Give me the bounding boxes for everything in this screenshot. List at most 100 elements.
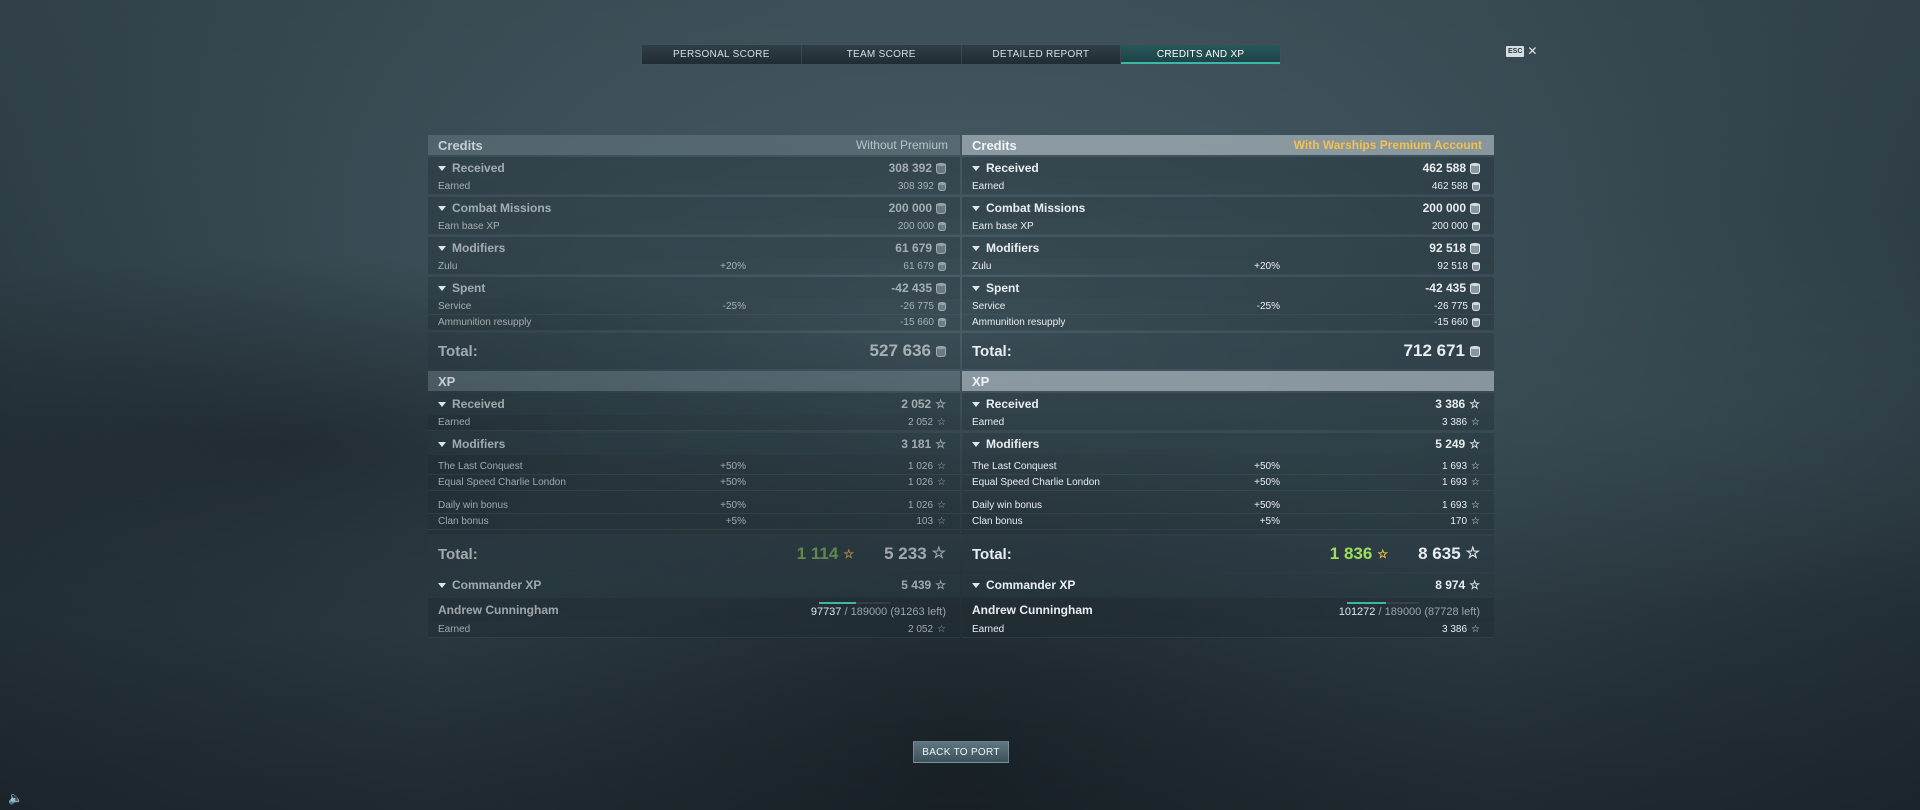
total-label: Total: xyxy=(972,342,1012,360)
credits-total: Total: 527 636 xyxy=(428,333,960,369)
category-label: Commander XP xyxy=(986,578,1076,592)
modifiers-toggle[interactable]: Modifiers 61 679 xyxy=(428,237,960,259)
chevron-down-icon xyxy=(972,401,980,407)
back-to-port-button[interactable]: BACK TO PORT xyxy=(913,741,1009,763)
esc-key-badge: ESC xyxy=(1506,45,1525,57)
credit-icon xyxy=(1470,282,1480,294)
list-item: Ammunition resupply -15 660 xyxy=(962,315,1494,331)
category-value: 200 000 xyxy=(889,201,946,215)
category-value: 3 181 ☆ xyxy=(901,437,946,451)
row-label: Clan bonus xyxy=(438,516,489,527)
row-percent: +50% xyxy=(1254,461,1280,472)
tab-detailed-report[interactable]: DETAILED REPORT xyxy=(961,45,1122,64)
progress-text: 97737 / 189000 (91263 left) xyxy=(810,606,946,618)
row-label: Service xyxy=(972,301,1006,312)
credit-icon xyxy=(938,222,946,231)
commander-row: Andrew Cunningham 101272 / 189000 (87728… xyxy=(962,598,1494,622)
row-label: Earned xyxy=(972,624,1005,635)
xp-total: Total: 1 114 ☆ 5 233 ☆ xyxy=(428,536,960,572)
xp-total: Total: 1 836 ☆ 8 635 ☆ xyxy=(962,536,1494,572)
credit-icon xyxy=(938,262,946,271)
row-label: Equal Speed Charlie London xyxy=(972,477,1100,488)
category-label: Combat Missions xyxy=(452,201,552,215)
category-value: 200 000 xyxy=(1423,201,1480,215)
spent-toggle[interactable]: Spent -42 435 xyxy=(428,277,960,299)
row-value: 3 386 ☆ xyxy=(1442,623,1480,635)
received-toggle[interactable]: Received 462 588 xyxy=(962,157,1494,179)
category-value: 308 392 xyxy=(889,161,946,175)
star-icon: ☆ xyxy=(937,460,946,472)
tab-credits-and-xp[interactable]: CREDITS AND XP xyxy=(1121,45,1280,64)
commander-progress: 97737 / 189000 (91263 left) xyxy=(811,602,946,618)
list-item: Service -25% -26 775 xyxy=(962,299,1494,315)
tab-personal-score[interactable]: PERSONAL SCORE xyxy=(642,45,802,64)
star-icon: ☆ xyxy=(1471,460,1480,472)
credit-icon xyxy=(936,242,946,254)
xp-modifier-list: The Last Conquest +50% 1 693 ☆ Equal Spee… xyxy=(962,455,1494,534)
row-label: Equal Speed Charlie London xyxy=(438,477,566,488)
total-label: Total: xyxy=(438,342,478,360)
list-item: Earned 3 386 ☆ xyxy=(962,622,1494,638)
star-icon: ☆ xyxy=(1471,476,1480,488)
free-xp-value: 1 114 ☆ xyxy=(796,544,855,563)
category-value: 5 439 ☆ xyxy=(901,578,946,592)
category-value: 61 679 xyxy=(895,241,946,255)
row-label: Earned xyxy=(438,181,471,192)
free-xp-value: 1 836 ☆ xyxy=(1329,544,1389,563)
tab-team-score[interactable]: TEAM SCORE xyxy=(801,45,962,64)
credit-icon xyxy=(1470,242,1480,254)
chevron-down-icon xyxy=(438,205,446,211)
list-item: Earned 3 386 ☆ xyxy=(962,415,1494,431)
combat-missions-toggle[interactable]: Combat Missions 200 000 xyxy=(428,197,960,219)
xp-modifiers-toggle[interactable]: Modifiers 3 181 ☆ xyxy=(428,433,960,455)
total-value: 8 635 ☆ xyxy=(1418,544,1480,563)
row-percent: +50% xyxy=(720,500,746,511)
commander-xp-toggle[interactable]: Commander XP 8 974 ☆ xyxy=(962,574,1494,596)
close-button[interactable]: ESC ✕ xyxy=(1506,45,1537,57)
row-label: Earned xyxy=(972,417,1005,428)
speaker-icon[interactable]: 🔈 xyxy=(8,791,23,805)
category-label: Received xyxy=(452,397,505,411)
chevron-down-icon xyxy=(972,165,980,171)
category-value: 2 052 ☆ xyxy=(901,397,946,411)
star-icon: ☆ xyxy=(1465,545,1480,562)
row-value: 61 679 xyxy=(856,261,946,272)
account-type-label: Without Premium xyxy=(855,138,948,152)
star-icon: ☆ xyxy=(1469,578,1480,592)
credit-icon xyxy=(938,302,946,311)
combat-missions-toggle[interactable]: Combat Missions 200 000 xyxy=(962,197,1494,219)
xp-modifiers-toggle[interactable]: Modifiers 5 249 ☆ xyxy=(962,433,1494,455)
row-label: Zulu xyxy=(438,261,458,272)
commander-xp-toggle[interactable]: Commander XP 5 439 ☆ xyxy=(428,574,960,596)
row-value: -15 660 xyxy=(1390,317,1480,328)
credit-icon xyxy=(1470,162,1480,174)
category-label: Received xyxy=(452,161,505,175)
chevron-down-icon xyxy=(972,285,980,291)
received-toggle[interactable]: Received 308 392 xyxy=(428,157,960,179)
star-icon: ☆ xyxy=(935,578,946,592)
modifiers-toggle[interactable]: Modifiers 92 518 xyxy=(962,237,1494,259)
row-percent: +50% xyxy=(1254,477,1280,488)
star-icon: ☆ xyxy=(937,416,946,428)
row-label: The Last Conquest xyxy=(972,461,1057,472)
xp-received-toggle[interactable]: Received 2 052 ☆ xyxy=(428,393,960,415)
progress-bar xyxy=(818,602,891,604)
list-item: Earn base XP 200 000 xyxy=(962,219,1494,235)
list-item: Zulu +20% 92 518 xyxy=(962,259,1494,275)
list-item: Earn base XP 200 000 xyxy=(428,219,960,235)
chevron-down-icon xyxy=(972,205,980,211)
star-icon: ☆ xyxy=(1377,547,1389,561)
credit-icon xyxy=(938,182,946,191)
row-label: Clan bonus xyxy=(972,516,1023,527)
row-label: Daily win bonus xyxy=(972,500,1043,511)
row-percent: -25% xyxy=(722,301,746,312)
xp-received-toggle[interactable]: Received 3 386 ☆ xyxy=(962,393,1494,415)
spent-toggle[interactable]: Spent -42 435 xyxy=(962,277,1494,299)
category-label: Modifiers xyxy=(986,437,1040,451)
row-value: 200 000 xyxy=(1390,221,1480,232)
category-value: 92 518 xyxy=(1429,241,1480,255)
star-icon: ☆ xyxy=(1469,397,1480,411)
credits-header: Credits With Warships Premium Account xyxy=(962,135,1494,155)
total-value: 5 233 ☆ xyxy=(884,544,946,563)
credit-icon xyxy=(938,318,946,327)
